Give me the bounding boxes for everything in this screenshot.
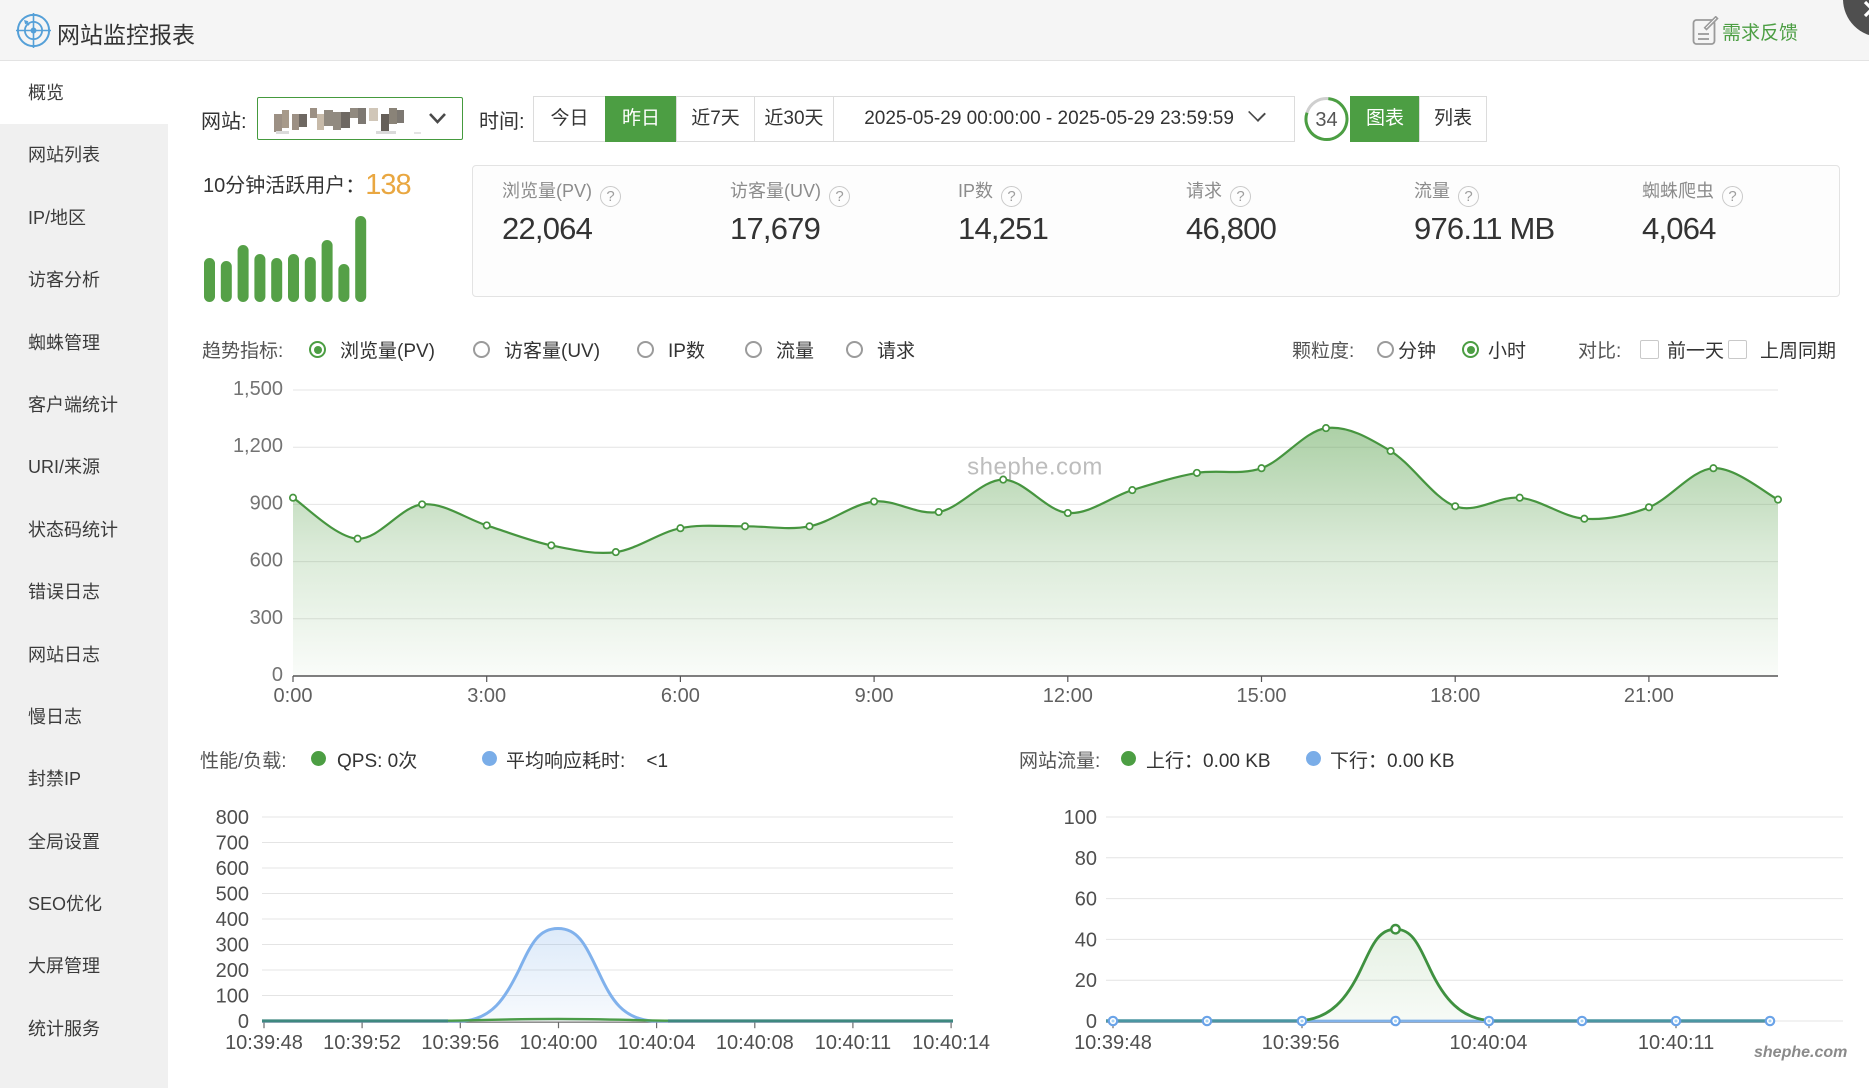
svg-text:10:39:52: 10:39:52 [323,1032,401,1054]
svg-text:10:40:00: 10:40:00 [520,1032,598,1054]
svg-text:1,200: 1,200 [233,435,283,457]
svg-text:10:40:14: 10:40:14 [912,1032,990,1054]
svg-text:10:40:11: 10:40:11 [815,1032,891,1054]
svg-text:3:00: 3:00 [467,685,506,707]
svg-text:400: 400 [216,909,249,931]
svg-text:10:39:56: 10:39:56 [1262,1032,1340,1054]
svg-text:500: 500 [216,884,249,906]
svg-text:18:00: 18:00 [1430,685,1480,707]
svg-text:10:40:04: 10:40:04 [618,1032,696,1054]
svg-text:700: 700 [216,833,249,855]
svg-text:0: 0 [1086,1011,1097,1033]
svg-text:10:40:04: 10:40:04 [1449,1032,1527,1054]
svg-text:9:00: 9:00 [855,685,894,707]
svg-text:20: 20 [1075,970,1097,992]
svg-text:300: 300 [250,607,283,629]
svg-text:10:39:48: 10:39:48 [225,1032,303,1054]
svg-text:600: 600 [250,550,283,572]
svg-text:40: 40 [1075,929,1097,951]
svg-text:80: 80 [1075,848,1097,870]
svg-text:6:00: 6:00 [661,685,700,707]
svg-text:10:39:48: 10:39:48 [1074,1032,1152,1054]
svg-text:300: 300 [216,935,249,957]
svg-text:60: 60 [1075,889,1097,911]
svg-text:0: 0 [238,1011,249,1033]
svg-text:900: 900 [250,492,283,514]
svg-text:100: 100 [216,986,249,1008]
svg-text:12:00: 12:00 [1043,685,1093,707]
svg-text:0: 0 [272,664,283,686]
svg-text:10:40:11: 10:40:11 [1638,1032,1714,1054]
svg-text:200: 200 [216,960,249,982]
svg-text:600: 600 [216,858,249,880]
svg-text:800: 800 [216,807,249,829]
svg-text:21:00: 21:00 [1624,685,1674,707]
svg-text:10:39:56: 10:39:56 [421,1032,499,1054]
svg-text:shephe.com: shephe.com [967,454,1103,481]
svg-text:1,500: 1,500 [233,378,283,400]
svg-text:0:00: 0:00 [274,685,313,707]
svg-text:15:00: 15:00 [1236,685,1286,707]
svg-text:10:40:08: 10:40:08 [716,1032,794,1054]
svg-text:100: 100 [1064,807,1097,829]
